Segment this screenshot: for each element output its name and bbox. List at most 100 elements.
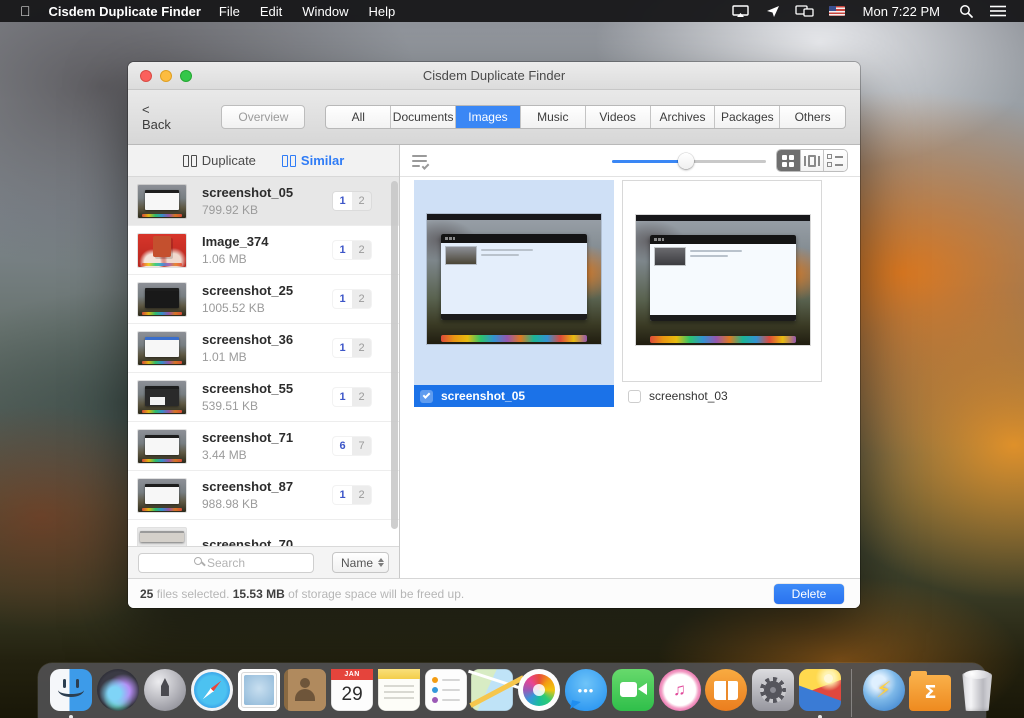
match-count-badges[interactable]: 67 (333, 437, 371, 455)
contacts-icon[interactable] (284, 669, 326, 711)
file-name: screenshot_70 (202, 537, 371, 547)
menu-window[interactable]: Window (302, 4, 348, 19)
file-name: Image_374 (202, 234, 333, 249)
checkbox-checked[interactable] (420, 390, 433, 403)
screenshot-thumbnail (427, 214, 601, 344)
selection-status: 25 files selected. 15.53 MB of storage s… (140, 587, 464, 601)
tab-similar[interactable]: Similar (282, 153, 344, 168)
itunes-icon[interactable]: ♫ (659, 669, 701, 711)
overview-button[interactable]: Overview (221, 105, 305, 129)
toolbar: < Back Overview AllDocumentsImagesMusicV… (128, 90, 860, 145)
match-count-badges[interactable]: 12 (333, 339, 371, 357)
apple-menu-icon[interactable]:  (10, 3, 41, 19)
file-name: screenshot_05 (202, 185, 333, 200)
image-preview[interactable] (622, 180, 822, 382)
file-thumbnail (138, 528, 186, 547)
ibooks-icon[interactable] (705, 669, 747, 711)
image-preview[interactable] (414, 180, 614, 385)
list-item-screenshot_25[interactable]: screenshot_251005.52 KB12 (128, 275, 399, 324)
siri-icon[interactable] (97, 669, 139, 711)
input-source-flag-icon[interactable] (826, 3, 848, 19)
finder-icon[interactable] (50, 669, 92, 711)
match-count-badges[interactable]: 12 (333, 192, 371, 210)
sort-stepper-icon (378, 558, 384, 567)
back-button[interactable]: < Back (142, 102, 181, 132)
match-count-badges[interactable]: 12 (333, 241, 371, 259)
menu-bar:  Cisdem Duplicate Finder File Edit Window… (0, 0, 1024, 22)
maps-icon[interactable] (471, 669, 513, 711)
photos-icon[interactable] (518, 669, 560, 711)
messages-icon[interactable]: ••• (565, 669, 607, 711)
sort-by-selector[interactable]: Name (332, 552, 389, 573)
delete-button[interactable]: Delete (774, 584, 844, 604)
match-count-badges[interactable]: 12 (333, 388, 371, 406)
calendar-icon[interactable]: JAN29 (331, 669, 373, 711)
reminders-icon[interactable] (425, 669, 467, 711)
notes-icon[interactable] (378, 669, 420, 711)
tab-all[interactable]: All (326, 106, 391, 128)
list-item-screenshot_87[interactable]: screenshot_87988.98 KB12 (128, 471, 399, 520)
airplay-display-icon[interactable] (730, 3, 752, 19)
menu-clock[interactable]: Mon 7:22 PM (863, 4, 940, 19)
slider-knob[interactable] (678, 153, 694, 169)
mail-icon[interactable] (238, 669, 280, 711)
window-title-bar[interactable]: Cisdem Duplicate Finder (128, 62, 860, 90)
tab-documents[interactable]: Documents (391, 106, 456, 128)
coverflow-view-icon (804, 155, 820, 167)
menu-file[interactable]: File (219, 4, 240, 19)
match-count-badges[interactable]: 12 (333, 486, 371, 504)
sigma-folder-icon[interactable]: Σ (909, 669, 951, 711)
tab-packages[interactable]: Packages (715, 106, 780, 128)
tab-others[interactable]: Others (780, 106, 845, 128)
tab-images[interactable]: Images (456, 106, 521, 128)
smart-select-menu-icon[interactable] (412, 154, 429, 168)
location-arrow-icon[interactable] (762, 3, 784, 19)
menu-items: File Edit Window Help (209, 4, 405, 19)
file-name: screenshot_25 (202, 283, 333, 298)
menu-help[interactable]: Help (369, 4, 396, 19)
list-item-screenshot_05[interactable]: screenshot_05799.92 KB12 (128, 177, 399, 226)
search-input[interactable] (138, 553, 314, 573)
file-group-list: screenshot_05799.92 KB12Image_3741.06 MB… (128, 177, 399, 546)
similar-icon (282, 155, 296, 167)
list-item-screenshot_71[interactable]: screenshot_713.44 MB67 (128, 422, 399, 471)
file-thumbnail (138, 381, 186, 414)
grid-view-button[interactable] (777, 150, 800, 171)
image-card[interactable]: screenshot_03 (622, 180, 822, 403)
sidebar-scrollbar[interactable] (391, 181, 398, 529)
checkmark-icon (423, 391, 431, 399)
list-item-screenshot_55[interactable]: screenshot_55539.51 KB12 (128, 373, 399, 422)
list-view-button[interactable] (824, 150, 847, 171)
sidebar-search-bar: Name (128, 546, 399, 578)
safari-icon[interactable] (191, 669, 233, 711)
file-thumbnail (138, 234, 186, 267)
trash-icon[interactable] (956, 669, 998, 711)
coverflow-view-button[interactable] (801, 150, 824, 171)
menu-app-name[interactable]: Cisdem Duplicate Finder (49, 4, 201, 19)
tab-videos[interactable]: Videos (586, 106, 651, 128)
list-item-screenshot_70[interactable]: screenshot_70 (128, 520, 399, 546)
displays-icon[interactable] (794, 3, 816, 19)
file-name: screenshot_55 (202, 381, 333, 396)
thumbnail-zoom-slider[interactable] (612, 153, 766, 169)
cisdem-duplicate-finder-icon[interactable] (799, 669, 841, 711)
file-thumbnail (138, 332, 186, 365)
tab-archives[interactable]: Archives (651, 106, 716, 128)
match-count-badges[interactable]: 12 (333, 290, 371, 308)
tab-music[interactable]: Music (521, 106, 586, 128)
list-item-Image_374[interactable]: Image_3741.06 MB12 (128, 226, 399, 275)
notification-center-icon[interactable] (987, 3, 1009, 19)
menu-edit[interactable]: Edit (260, 4, 282, 19)
thumbnail-grid: screenshot_05 (400, 177, 860, 578)
tab-duplicate[interactable]: Duplicate (183, 153, 256, 168)
file-name: screenshot_87 (202, 479, 333, 494)
spotlight-search-icon[interactable] (955, 3, 977, 19)
image-card-selected[interactable]: screenshot_05 (414, 180, 614, 407)
checkbox-unchecked[interactable] (628, 390, 641, 403)
system-preferences-icon[interactable] (752, 669, 794, 711)
cloud-lightning-app-icon[interactable]: ⚡ (863, 669, 905, 711)
facetime-icon[interactable] (612, 669, 654, 711)
list-item-screenshot_36[interactable]: screenshot_361.01 MB12 (128, 324, 399, 373)
screenshot-thumbnail (636, 215, 810, 345)
launchpad-icon[interactable] (144, 669, 186, 711)
